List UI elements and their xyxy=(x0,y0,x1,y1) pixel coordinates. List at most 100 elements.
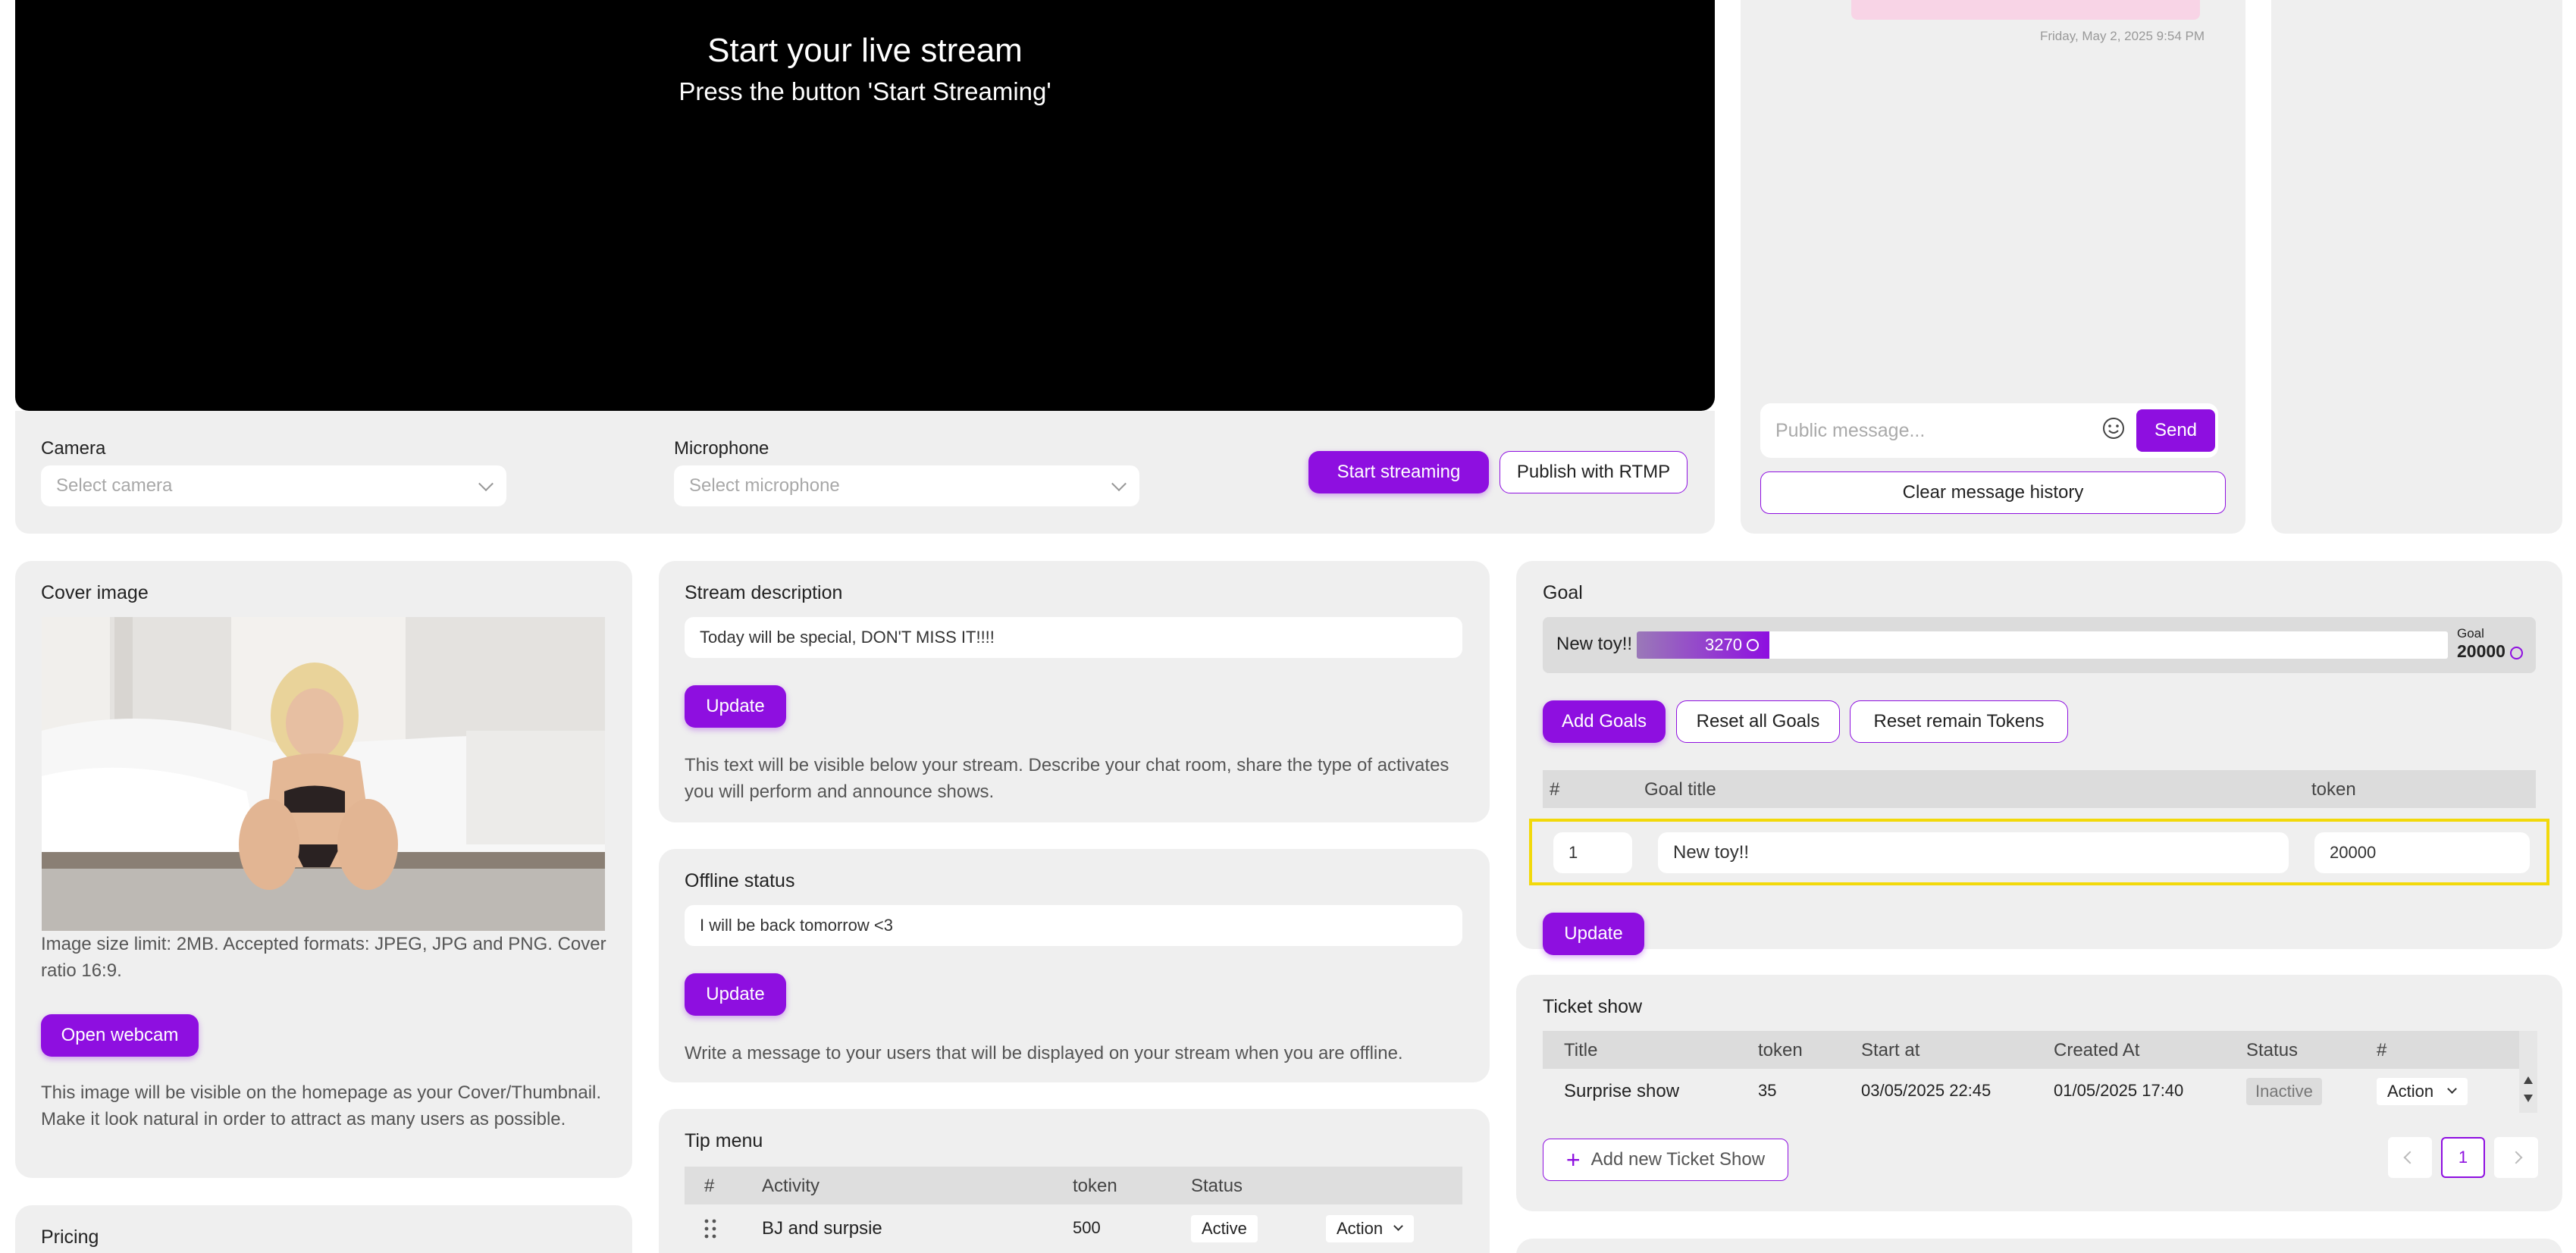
column-header: Status xyxy=(2246,1040,2299,1060)
goal-progress-row: New toy!! 3270 Goal 20000 xyxy=(1543,617,2536,673)
chat-message-bubble xyxy=(1851,0,2200,20)
cover-title: Cover image xyxy=(41,582,149,603)
ticket-action-dropdown[interactable]: Action xyxy=(2377,1078,2468,1105)
column-header: Goal title xyxy=(1644,779,1716,800)
tip-action-dropdown[interactable]: Action xyxy=(1326,1215,1414,1242)
start-streaming-button[interactable]: Start streaming xyxy=(1308,451,1489,493)
chevron-down-icon xyxy=(1393,1221,1403,1231)
stream-description-input[interactable]: Today will be special, DON'T MISS IT!!!! xyxy=(685,617,1462,658)
ticket-start: 03/05/2025 22:45 xyxy=(1861,1081,1992,1100)
column-header: token xyxy=(2311,779,2356,800)
open-webcam-button[interactable]: Open webcam xyxy=(41,1014,199,1057)
publish-rtmp-button[interactable]: Publish with RTMP xyxy=(1500,451,1688,493)
tip-menu-title: Tip menu xyxy=(685,1130,763,1151)
ticket-show-panel: Ticket show Title token Start at Created… xyxy=(1516,975,2562,1211)
camera-label: Camera xyxy=(41,438,106,459)
tip-menu-header: # Activity token Status xyxy=(685,1167,1462,1204)
ticket-status-badge: Inactive xyxy=(2246,1078,2322,1105)
ticket-token: 35 xyxy=(1758,1081,1777,1100)
action-label: Action xyxy=(2387,1082,2434,1101)
chevron-down-icon xyxy=(478,476,494,492)
action-label: Action xyxy=(1337,1219,1384,1238)
offline-status-input[interactable]: I will be back tomorrow <3 xyxy=(685,905,1462,946)
page-button[interactable]: 1 xyxy=(2441,1137,2485,1178)
stream-description-help: This text will be visible below your str… xyxy=(685,755,1449,802)
chevron-down-icon xyxy=(2447,1084,2457,1094)
side-panel xyxy=(2271,0,2562,534)
cover-help-text: This image will be visible on the homepa… xyxy=(41,1082,602,1129)
offline-status-help: Write a message to your users that will … xyxy=(685,1043,1403,1063)
offline-status-title: Offline status xyxy=(685,870,795,891)
smiley-icon[interactable] xyxy=(2101,416,2126,440)
token-coin-icon xyxy=(2510,647,2523,659)
chevron-left-icon xyxy=(2403,1151,2417,1164)
send-button[interactable]: Send xyxy=(2136,409,2215,452)
goal-index-input[interactable]: 1 xyxy=(1553,832,1632,873)
add-goals-button[interactable]: Add Goals xyxy=(1543,700,1666,743)
drag-handle-icon[interactable] xyxy=(703,1218,718,1239)
column-header: Activity xyxy=(762,1176,820,1196)
column-header: Created At xyxy=(2054,1040,2140,1060)
ticket-scrollbar[interactable] xyxy=(2519,1031,2537,1113)
column-header: Status xyxy=(1191,1176,1243,1196)
goal-token-input[interactable]: 20000 xyxy=(2314,832,2530,873)
ticket-created: 01/05/2025 17:40 xyxy=(2054,1081,2184,1100)
column-header: # xyxy=(1550,779,1560,800)
video-player: Start your live stream Press the button … xyxy=(15,0,1715,411)
prev-page-button[interactable] xyxy=(2388,1137,2432,1178)
tip-menu-panel: Tip menu # Activity token Status BJ and … xyxy=(659,1109,1490,1253)
camera-select[interactable]: Select camera xyxy=(41,465,506,506)
table-row: Surprise show 35 03/05/2025 22:45 01/05/… xyxy=(1543,1069,2519,1113)
chat-panel: Friday, May 2, 2025 9:54 PM Public messa… xyxy=(1741,0,2245,534)
chevron-down-icon xyxy=(1111,476,1127,492)
offline-status-update-button[interactable]: Update xyxy=(685,973,786,1016)
stream-description-panel: Stream description Today will be special… xyxy=(659,561,1490,822)
table-row: BJ and surpsie 500 Active Action xyxy=(685,1204,1462,1250)
goal-title-input[interactable]: New toy!! xyxy=(1658,832,2289,873)
stream-description-title: Stream description xyxy=(685,582,843,603)
cover-limit-text: Image size limit: 2MB. Accepted formats:… xyxy=(41,934,606,981)
goal-panel: Goal New toy!! 3270 Goal 20000 Add Goals… xyxy=(1516,561,2562,955)
lower-panel xyxy=(1516,1239,2562,1253)
column-header: # xyxy=(2377,1040,2387,1060)
ticket-title: Surprise show xyxy=(1564,1081,1680,1101)
goal-target-label: Goal xyxy=(2457,626,2484,641)
cover-image-panel: Cover image Image size limit: 2MB. Accep… xyxy=(15,561,632,1178)
chat-timestamp: Friday, May 2, 2025 9:54 PM xyxy=(2039,29,2205,43)
device-controls: Camera Select camera Microphone Select m… xyxy=(15,411,1715,534)
tip-token: 500 xyxy=(1073,1218,1101,1237)
goal-target-value: 20000 xyxy=(2457,641,2505,661)
goal-row-highlight: 1 New toy!! 20000 xyxy=(1529,819,2549,885)
clear-history-button[interactable]: Clear message history xyxy=(1760,471,2226,514)
ticket-table-header: Title token Start at Created At Status # xyxy=(1543,1031,2519,1069)
pricing-panel: Pricing xyxy=(15,1205,632,1253)
reset-all-goals-button[interactable]: Reset all Goals xyxy=(1676,700,1840,743)
microphone-label: Microphone xyxy=(674,438,769,459)
goal-progress-track: 3270 xyxy=(1637,631,2448,659)
video-subtitle: Press the button 'Start Streaming' xyxy=(678,77,1051,105)
pricing-title: Pricing xyxy=(41,1226,99,1248)
add-ticket-show-label: Add new Ticket Show xyxy=(1590,1149,1766,1170)
chevron-right-icon xyxy=(2509,1151,2523,1164)
goal-progress-value: 3270 xyxy=(1704,635,1742,654)
goal-progress-fill: 3270 xyxy=(1637,631,1769,659)
goal-update-button[interactable]: Update xyxy=(1543,913,1644,955)
scroll-down-icon[interactable] xyxy=(2524,1095,2533,1102)
camera-placeholder: Select camera xyxy=(56,475,173,496)
cover-photo[interactable] xyxy=(42,617,605,931)
column-header: token xyxy=(1758,1040,1803,1060)
next-page-button[interactable] xyxy=(2494,1137,2538,1178)
ticket-show-title: Ticket show xyxy=(1543,996,1643,1017)
add-ticket-show-button[interactable]: + Add new Ticket Show xyxy=(1543,1139,1788,1181)
tip-activity: BJ and surpsie xyxy=(762,1218,882,1239)
microphone-select[interactable]: Select microphone xyxy=(674,465,1139,506)
column-header: Title xyxy=(1564,1040,1598,1060)
column-header: # xyxy=(704,1176,715,1196)
video-title: Start your live stream xyxy=(707,32,1023,69)
reset-remain-tokens-button[interactable]: Reset remain Tokens xyxy=(1850,700,2068,743)
token-coin-icon xyxy=(1746,639,1759,651)
stream-description-update-button[interactable]: Update xyxy=(685,685,786,728)
microphone-placeholder: Select microphone xyxy=(689,475,840,496)
scroll-up-icon[interactable] xyxy=(2524,1076,2533,1084)
goal-table-header: # Goal title token xyxy=(1543,770,2536,808)
